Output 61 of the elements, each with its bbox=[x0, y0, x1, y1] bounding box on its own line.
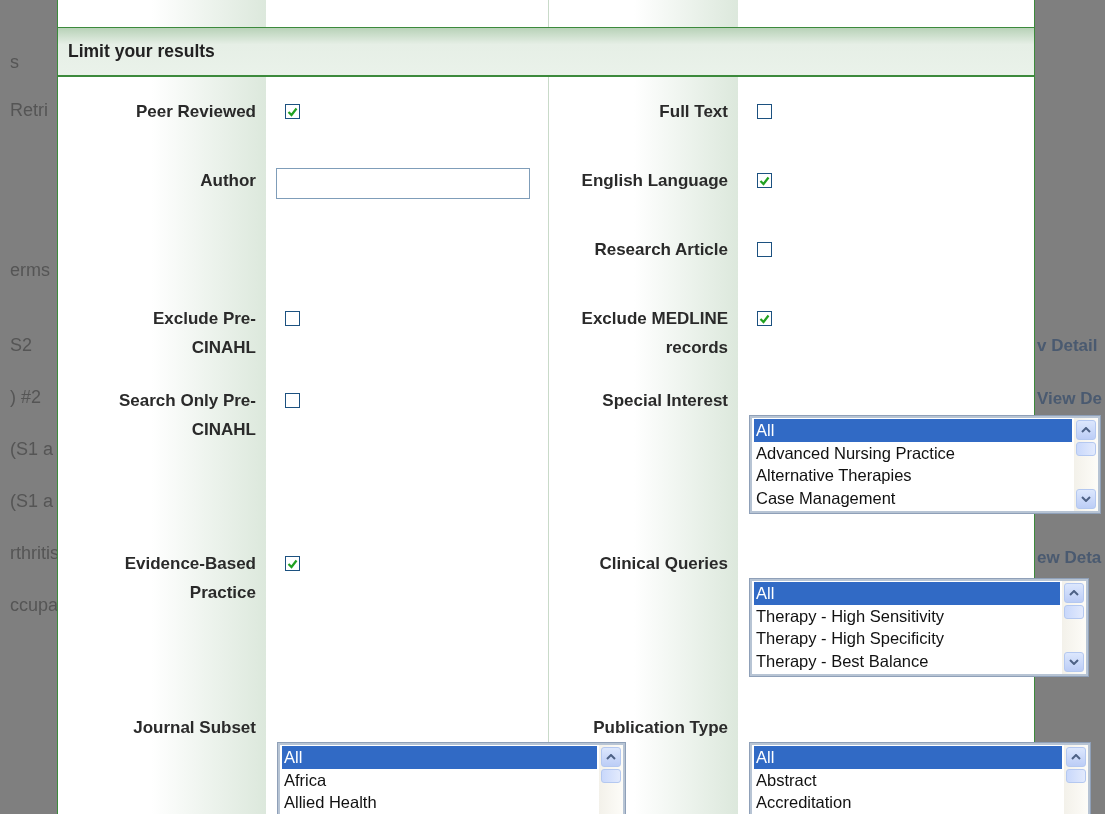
scrollbar[interactable] bbox=[599, 745, 623, 814]
list-option[interactable]: Abstract bbox=[754, 768, 1062, 792]
scroll-thumb[interactable] bbox=[601, 769, 621, 783]
caret-down-icon bbox=[1081, 496, 1091, 502]
field-label: Peer Reviewed bbox=[136, 101, 256, 123]
checkbox[interactable] bbox=[757, 311, 772, 326]
field-label: Journal Subset bbox=[133, 717, 256, 739]
list-option[interactable]: Africa bbox=[282, 768, 597, 792]
list-box[interactable]: All Abstract Accreditation bbox=[750, 743, 1090, 814]
scroll-up-button[interactable] bbox=[1076, 420, 1096, 440]
checkbox[interactable] bbox=[285, 311, 300, 326]
list-option[interactable]: Case Management bbox=[754, 486, 1072, 510]
list-option[interactable]: All bbox=[754, 582, 1060, 605]
field-label: Special Interest bbox=[602, 390, 728, 412]
field-label: Exclude MEDLINE records bbox=[580, 308, 728, 359]
list-option[interactable]: All bbox=[754, 419, 1072, 442]
checkbox[interactable] bbox=[285, 393, 300, 408]
list-option[interactable]: All bbox=[754, 746, 1062, 769]
section-title: Limit your results bbox=[58, 27, 1034, 77]
field-label: Evidence-Based Practice bbox=[123, 553, 256, 604]
field-label: Search Only Pre-CINAHL bbox=[118, 390, 256, 441]
list-option[interactable]: Therapy - High Specificity bbox=[754, 627, 1060, 650]
field-label: Clinical Queries bbox=[599, 553, 728, 575]
list-box[interactable]: All Africa Allied Health bbox=[278, 743, 625, 814]
scrollbar[interactable] bbox=[1064, 745, 1088, 814]
scroll-thumb[interactable] bbox=[1076, 442, 1096, 456]
list-option[interactable]: Therapy - High Sensitivity bbox=[754, 604, 1060, 628]
list-option[interactable]: Alternative Therapies bbox=[754, 464, 1072, 487]
scroll-up-button[interactable] bbox=[601, 747, 621, 767]
checkbox[interactable] bbox=[285, 104, 300, 119]
text-field[interactable] bbox=[276, 168, 530, 199]
caret-up-icon bbox=[606, 754, 616, 760]
scrollbar[interactable] bbox=[1074, 418, 1098, 511]
field-label: Exclude Pre-CINAHL bbox=[152, 308, 256, 359]
scroll-thumb[interactable] bbox=[1064, 605, 1084, 619]
scroll-down-button[interactable] bbox=[1076, 489, 1096, 509]
checkbox[interactable] bbox=[285, 556, 300, 571]
checkbox[interactable] bbox=[757, 173, 772, 188]
list-box[interactable]: All Advanced Nursing Practice Alternative Therapies Case Management bbox=[750, 416, 1100, 513]
scroll-thumb[interactable] bbox=[1066, 769, 1086, 783]
checkbox[interactable] bbox=[757, 104, 772, 119]
checkbox[interactable] bbox=[757, 242, 772, 257]
caret-down-icon bbox=[1069, 659, 1079, 665]
field-label: Publication Type bbox=[593, 717, 728, 739]
field-label: Author bbox=[200, 170, 256, 192]
scroll-up-button[interactable] bbox=[1066, 747, 1086, 767]
list-option[interactable]: Accreditation bbox=[754, 791, 1062, 814]
list-option[interactable]: All bbox=[282, 746, 597, 769]
scroll-up-button[interactable] bbox=[1064, 583, 1084, 603]
caret-up-icon bbox=[1069, 590, 1079, 596]
list-box[interactable]: All Therapy - High Sensitivity Therapy - High Specificity Therapy - Best Balance bbox=[750, 579, 1088, 676]
caret-up-icon bbox=[1071, 754, 1081, 760]
field-label: Full Text bbox=[659, 101, 728, 123]
list-option[interactable]: Allied Health bbox=[282, 791, 597, 814]
scroll-down-button[interactable] bbox=[1064, 652, 1084, 672]
caret-up-icon bbox=[1081, 427, 1091, 433]
list-option[interactable]: Therapy - Best Balance bbox=[754, 649, 1060, 673]
scrollbar[interactable] bbox=[1062, 581, 1086, 674]
list-option[interactable]: Advanced Nursing Practice bbox=[754, 441, 1072, 465]
field-label: Research Article bbox=[594, 239, 728, 261]
field-label: English Language bbox=[581, 170, 728, 192]
